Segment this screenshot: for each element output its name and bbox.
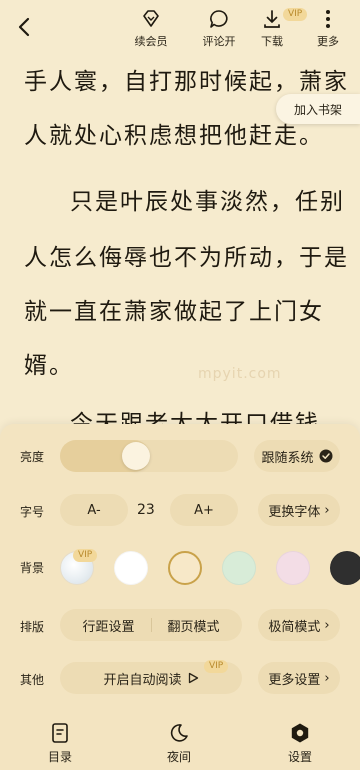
- more-button[interactable]: 更多: [314, 8, 342, 50]
- nav-night-label: 夜间: [167, 750, 192, 764]
- background-swatch-white[interactable]: [114, 551, 148, 585]
- change-font-label: 更换字体: [268, 504, 321, 520]
- background-vip-badge: VIP: [73, 549, 98, 562]
- comments-toggle-button[interactable]: 评论开: [198, 8, 240, 50]
- check-circle-icon: [319, 449, 332, 463]
- follow-system-toggle[interactable]: 跟随系统: [254, 440, 340, 472]
- other-label: 其他: [20, 673, 45, 687]
- more-label: 更多: [317, 35, 339, 48]
- more-settings-button[interactable]: 更多设置 ›: [258, 662, 340, 694]
- catalog-icon: [52, 723, 68, 743]
- layout-options-group: 行距设置 翻页模式: [60, 609, 242, 641]
- top-toolbar: 续会员 评论开 下载 VIP 更多: [0, 0, 360, 52]
- text-line: 就一直在萧家做起了上门女: [24, 299, 324, 325]
- auto-read-label: 开启自动阅读: [103, 672, 182, 688]
- font-increase-button[interactable]: A+: [170, 494, 238, 526]
- font-size-label: 字号: [20, 505, 45, 519]
- change-font-button[interactable]: 更换字体 ›: [258, 494, 340, 526]
- back-arrow-icon: [18, 17, 30, 37]
- layout-label: 排版: [20, 620, 45, 634]
- auto-read-vip-badge: VIP: [204, 660, 229, 673]
- text-line: 只是叶辰处事淡然，任别: [70, 189, 345, 215]
- background-swatch-green[interactable]: [222, 551, 256, 585]
- download-label: 下载: [261, 35, 283, 48]
- text-line: 人就处心积虑想把他赶走。: [24, 123, 324, 149]
- background-swatch-dark[interactable]: [330, 551, 360, 585]
- page-turn-mode-button[interactable]: 翻页模式: [168, 616, 220, 635]
- play-icon: [188, 672, 198, 684]
- background-swatch-pink[interactable]: [276, 551, 310, 585]
- download-vip-badge: VIP: [283, 8, 308, 21]
- more-vertical-icon: [326, 10, 330, 28]
- more-settings-label: 更多设置: [268, 672, 321, 688]
- nav-catalog-label: 目录: [48, 750, 73, 764]
- brightness-label: 亮度: [20, 450, 45, 464]
- minimal-mode-button[interactable]: 极简模式 ›: [258, 609, 340, 641]
- divider: [150, 618, 152, 632]
- text-line: 婿。: [24, 353, 74, 379]
- brightness-slider[interactable]: [60, 440, 238, 472]
- settings-gear-icon: [291, 723, 309, 743]
- text-line: 手人寰，自打那时候起，萧家: [24, 69, 349, 95]
- follow-system-label: 跟随系统: [261, 450, 314, 466]
- line-spacing-button[interactable]: 行距设置: [82, 616, 134, 635]
- font-decrease-button[interactable]: A-: [60, 494, 128, 526]
- nav-night-mode[interactable]: 夜间: [167, 722, 191, 765]
- comments-label: 评论开: [202, 35, 236, 48]
- watermark: mpyit.com: [198, 366, 282, 382]
- chevron-right-icon: ›: [324, 502, 330, 518]
- brightness-slider-handle[interactable]: [122, 442, 150, 470]
- chevron-right-icon: ›: [324, 670, 330, 686]
- chevron-right-icon: ›: [324, 617, 330, 633]
- moon-icon: [170, 724, 188, 742]
- diamond-icon: [143, 10, 159, 27]
- minimal-mode-label: 极简模式: [268, 619, 321, 635]
- background-swatch-parchment[interactable]: [168, 551, 202, 585]
- back-button[interactable]: [10, 12, 40, 42]
- comment-bubble-icon: [210, 10, 228, 28]
- nav-settings[interactable]: 设置: [288, 722, 312, 765]
- download-icon: [264, 10, 280, 28]
- nav-settings-label: 设置: [288, 750, 313, 764]
- renew-vip-button[interactable]: 续会员: [131, 8, 171, 50]
- nav-catalog[interactable]: 目录: [48, 722, 72, 765]
- background-label: 背景: [20, 561, 45, 575]
- settings-panel: 亮度 跟随系统 字号 A- 23 A+ 更换字体 › 背景 VIP 排版 行距设…: [0, 424, 360, 770]
- font-size-value: 23: [137, 502, 155, 518]
- text-line: 人怎么侮辱也不为所动，于是: [24, 245, 349, 271]
- renew-vip-label: 续会员: [134, 35, 168, 48]
- add-to-shelf-button[interactable]: 加入书架: [276, 94, 360, 124]
